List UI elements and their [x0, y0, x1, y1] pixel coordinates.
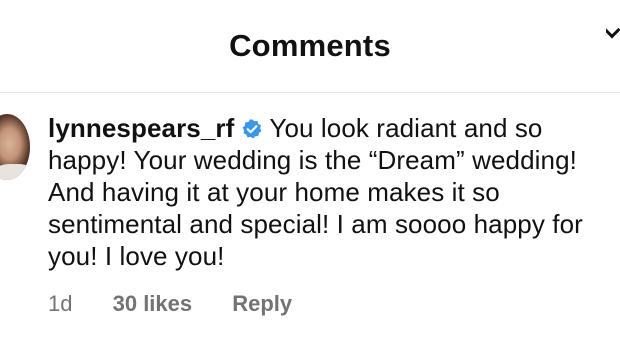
- comment-timestamp: 1d: [48, 291, 73, 316]
- page-title: Comments: [229, 28, 391, 63]
- comments-header: Comments: [0, 0, 620, 93]
- avatar[interactable]: [0, 114, 30, 180]
- likes-count[interactable]: 30 likes: [113, 290, 193, 318]
- comment-meta: 1d 30 likes Reply: [48, 290, 292, 318]
- chevron-down-icon[interactable]: [606, 22, 620, 42]
- reply-button[interactable]: Reply: [232, 290, 292, 318]
- comment-text-block: lynnespears_rf You look radiant and so h…: [48, 112, 608, 272]
- comment-username[interactable]: lynnespears_rf: [48, 113, 234, 143]
- verified-badge-icon: [243, 119, 262, 139]
